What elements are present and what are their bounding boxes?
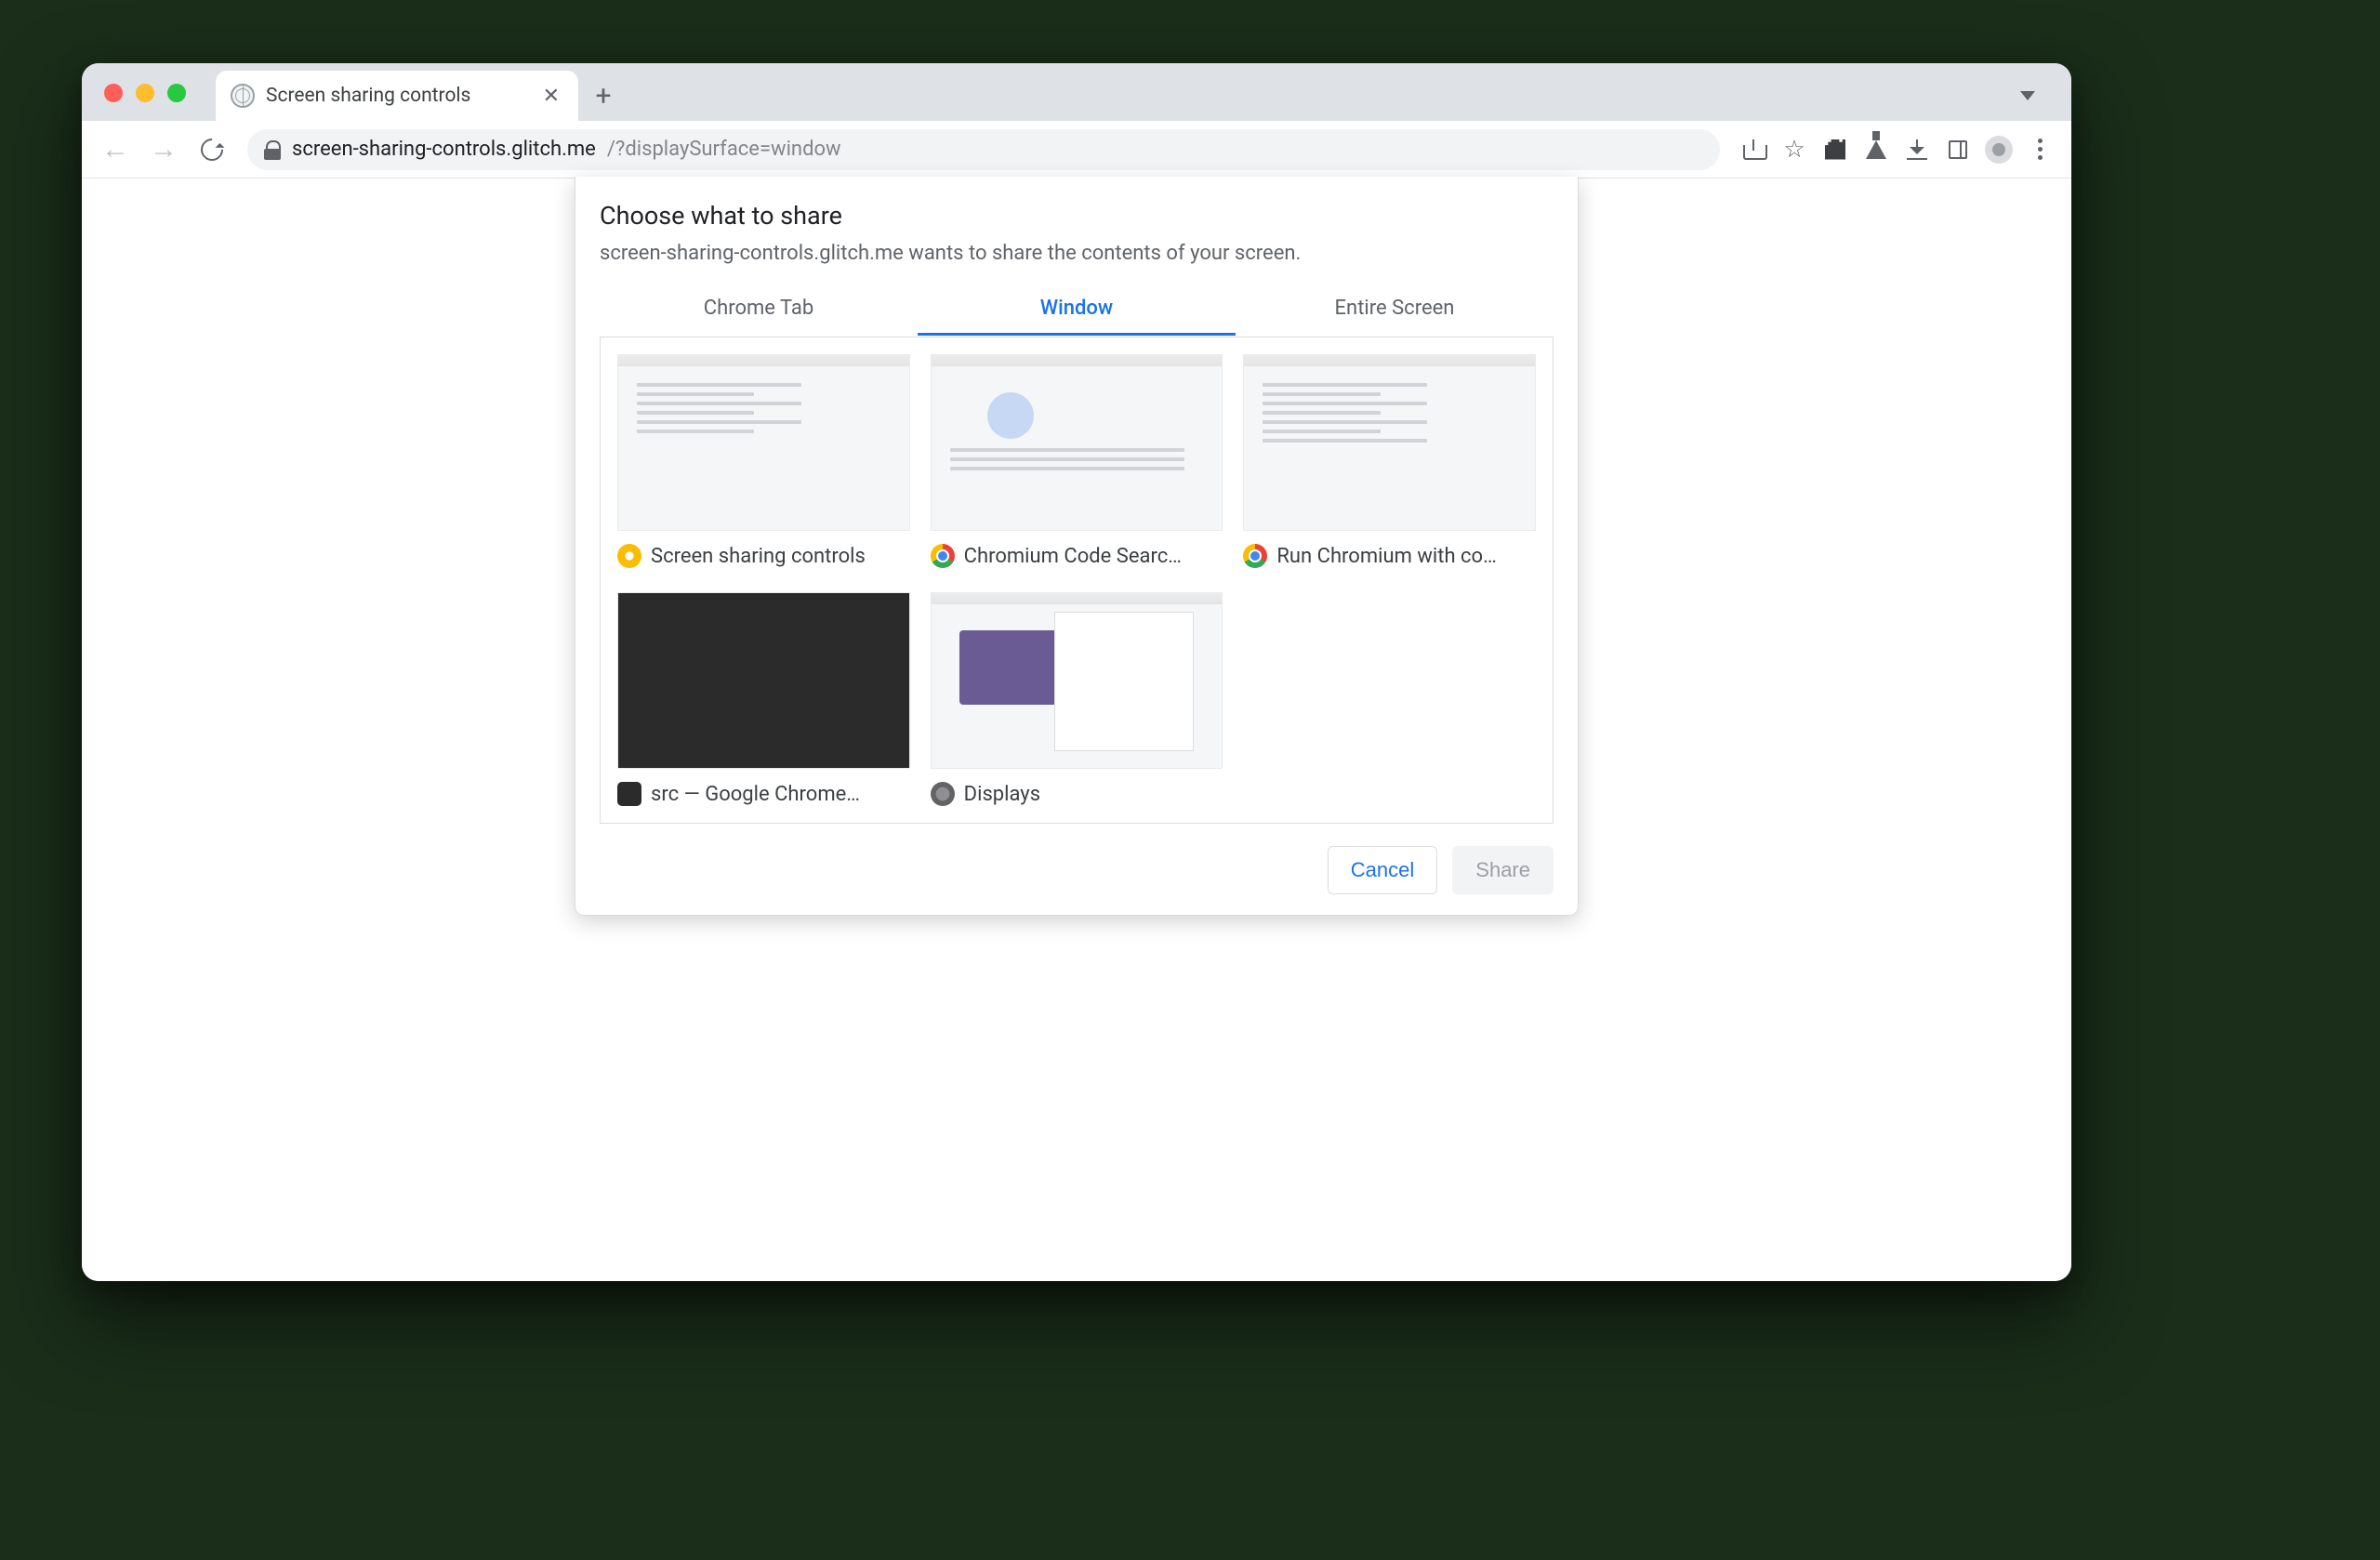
- window-option[interactable]: Chromium Code Searc…: [931, 354, 1223, 568]
- flask-icon: [1866, 140, 1886, 159]
- dialog-title: Choose what to share: [600, 201, 1554, 231]
- dialog-tabs: Chrome Tab Window Entire Screen: [600, 284, 1554, 337]
- canary-icon: [617, 544, 641, 568]
- new-tab-button[interactable]: +: [578, 71, 628, 121]
- reload-button[interactable]: [192, 129, 232, 170]
- window-thumbnail: [931, 592, 1223, 769]
- browser-window: Screen sharing controls ✕ + ← → screen-s…: [82, 63, 2071, 1281]
- share-icon: [1743, 139, 1764, 160]
- window-option[interactable]: Screen sharing controls: [617, 354, 910, 568]
- url-host: screen-sharing-controls.glitch.me: [292, 138, 596, 161]
- window-label: Screen sharing controls: [651, 545, 866, 568]
- window-picker: Screen sharing controls Chromium Code Se…: [600, 337, 1554, 824]
- kebab-icon: [2038, 139, 2043, 160]
- labs-button[interactable]: [1858, 131, 1895, 168]
- toolbar-actions: ☆: [1735, 131, 2058, 168]
- window-label: src — Google Chrome…: [651, 783, 860, 806]
- window-controls: [104, 84, 186, 102]
- reload-icon: [196, 134, 228, 165]
- tab-chrome-tab[interactable]: Chrome Tab: [600, 284, 918, 336]
- chevron-down-icon: [2020, 91, 2035, 100]
- share-button[interactable]: Share: [1452, 846, 1554, 894]
- back-button[interactable]: ←: [95, 129, 136, 170]
- window-minimize-button[interactable]: [136, 84, 154, 102]
- close-tab-button[interactable]: ✕: [539, 85, 563, 108]
- url-path: /?displaySurface=window: [607, 138, 841, 161]
- window-thumbnail: [931, 354, 1223, 531]
- window-label: Displays: [964, 783, 1040, 806]
- window-thumbnail: [1243, 354, 1536, 531]
- star-icon: ☆: [1783, 136, 1805, 164]
- panel-icon: [1949, 140, 1967, 159]
- share-button[interactable]: [1735, 131, 1772, 168]
- window-label: Run Chromium with co…: [1276, 545, 1496, 568]
- share-dialog: Choose what to share screen-sharing-cont…: [575, 177, 1579, 916]
- window-maximize-button[interactable]: [167, 84, 186, 102]
- extensions-button[interactable]: [1817, 131, 1854, 168]
- window-option[interactable]: Run Chromium with co…: [1243, 354, 1536, 568]
- all-tabs-button[interactable]: [2003, 71, 2053, 121]
- settings-icon: [931, 782, 955, 806]
- profile-button[interactable]: [1980, 131, 2017, 168]
- dialog-actions: Cancel Share: [600, 846, 1554, 894]
- forward-button[interactable]: →: [143, 129, 184, 170]
- terminal-icon: [617, 782, 641, 806]
- avatar-icon: [1985, 136, 2013, 164]
- window-label: Chromium Code Searc…: [964, 545, 1182, 568]
- tab-strip: Screen sharing controls ✕ +: [82, 63, 2071, 121]
- tab-entire-screen[interactable]: Entire Screen: [1236, 284, 1554, 336]
- arrow-left-icon: ←: [101, 136, 129, 164]
- downloads-button[interactable]: [1898, 131, 1936, 168]
- page-content: Choose what to share screen-sharing-cont…: [82, 178, 2071, 1281]
- window-thumbnail: [617, 354, 910, 531]
- toolbar: ← → screen-sharing-controls.glitch.me /?d…: [82, 121, 2071, 178]
- chrome-icon: [931, 544, 955, 568]
- side-panel-button[interactable]: [1939, 131, 1977, 168]
- cancel-button[interactable]: Cancel: [1328, 846, 1437, 894]
- bookmark-button[interactable]: ☆: [1776, 131, 1813, 168]
- menu-button[interactable]: [2021, 131, 2058, 168]
- browser-tab[interactable]: Screen sharing controls ✕: [216, 71, 578, 121]
- tab-title: Screen sharing controls: [266, 85, 528, 107]
- download-icon: [1907, 139, 1927, 160]
- window-option[interactable]: Displays: [931, 592, 1223, 806]
- puzzle-icon: [1825, 139, 1845, 160]
- tab-window[interactable]: Window: [918, 284, 1236, 336]
- window-thumbnail: [617, 592, 910, 769]
- address-bar[interactable]: screen-sharing-controls.glitch.me /?displ…: [247, 129, 1720, 170]
- globe-icon: [231, 84, 255, 108]
- window-option[interactable]: src — Google Chrome…: [617, 592, 910, 806]
- window-close-button[interactable]: [104, 84, 123, 102]
- arrow-right-icon: →: [150, 136, 178, 164]
- chrome-icon: [1243, 544, 1267, 568]
- dialog-subtitle: screen-sharing-controls.glitch.me wants …: [600, 242, 1554, 265]
- lock-icon: [264, 140, 281, 159]
